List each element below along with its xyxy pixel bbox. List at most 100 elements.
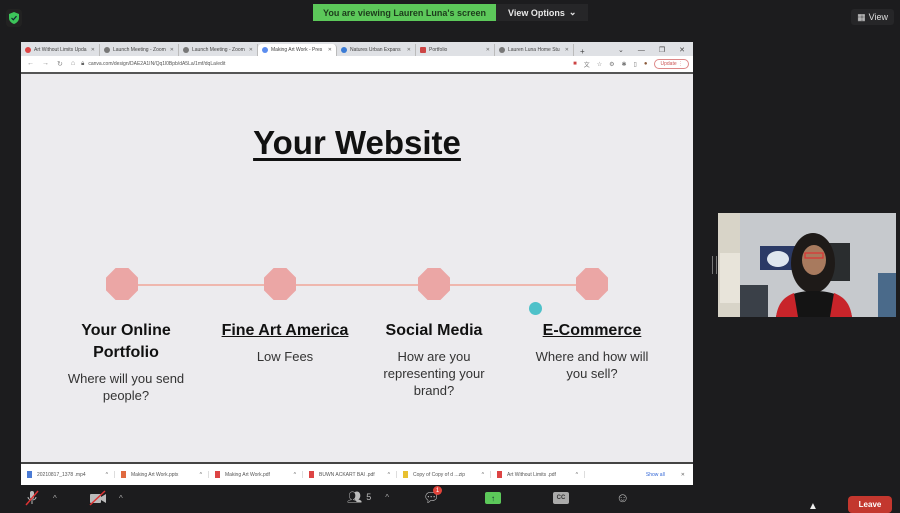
zip-file-icon	[403, 471, 408, 478]
tab-label: Natures Urban Expans	[350, 47, 401, 53]
column-text: How are you representing your brand?	[383, 349, 485, 398]
download-name: 20210817_1378 .mp4	[37, 471, 86, 478]
app-icon	[341, 47, 347, 53]
participants-icon: 👥︎	[347, 490, 363, 504]
close-tab-icon[interactable]: ✕	[249, 47, 253, 53]
chevron-up-icon[interactable]: ^	[388, 472, 390, 478]
restore-icon[interactable]: ❐	[659, 46, 665, 54]
view-label: View	[868, 12, 888, 22]
close-tab-icon[interactable]: ✕	[170, 47, 174, 53]
download-name: Copy of Copy of d ...zip	[413, 471, 465, 478]
close-downloads-icon[interactable]: ✕	[673, 472, 693, 478]
browser-tab[interactable]: Launch Meeting - Zoom ✕	[179, 44, 258, 56]
extension-icon[interactable]: ■	[573, 61, 577, 67]
download-item[interactable]: BUWN ACKART BAI .pdf ^	[303, 471, 397, 478]
view-button[interactable]: ▦ View	[851, 9, 894, 25]
extension-icon[interactable]: ⚙	[609, 61, 614, 68]
video-options-caret[interactable]: ^	[119, 494, 123, 503]
column-text: Where and how will you sell?	[535, 349, 649, 381]
new-tab-button[interactable]: +	[574, 47, 591, 56]
downloads-bar: 20210817_1378 .mp4 ^ Making Art Work.pptx…	[21, 462, 693, 485]
download-item[interactable]: Making Art Work.pptx ^	[115, 471, 209, 478]
screen-share-banner: You are viewing Lauren Luna's screen Vie…	[313, 4, 589, 21]
camera-off-icon	[89, 490, 106, 506]
sidepanel-icon[interactable]: ▯	[634, 61, 637, 68]
presenter-cursor	[529, 302, 542, 315]
chevron-up-icon[interactable]: ^	[200, 472, 202, 478]
column-text: Where will you send people?	[67, 371, 185, 403]
close-tab-icon[interactable]: ✕	[328, 47, 332, 53]
pdf-file-icon	[215, 471, 220, 478]
cc-icon: CC	[553, 492, 569, 504]
audio-options-caret[interactable]: ^	[53, 494, 57, 503]
pdf-file-icon	[497, 471, 502, 478]
bookmark-star-icon[interactable]: ☆	[597, 61, 602, 68]
chevron-up-icon[interactable]: ^	[294, 472, 296, 478]
timeline-node	[264, 268, 296, 300]
browser-tab-active[interactable]: Making Art Work - Pres ✕	[258, 44, 337, 56]
puzzle-icon[interactable]: ✱	[622, 61, 627, 68]
microphone-muted-icon	[25, 490, 39, 506]
closed-caption-button[interactable]: CC	[553, 492, 569, 504]
update-button[interactable]: Update ⋮	[654, 59, 689, 69]
shared-browser-window: Art Without Limits Upda ✕ Launch Meeting …	[21, 42, 693, 485]
participants-button[interactable]: 👥︎ 5 ^	[347, 490, 389, 504]
home-icon[interactable]: ⌂	[71, 60, 75, 68]
show-all-link[interactable]: Show all	[638, 472, 673, 478]
download-item[interactable]: Copy of Copy of d ...zip ^	[397, 471, 491, 478]
close-tab-icon[interactable]: ✕	[91, 47, 95, 53]
tab-label: Portfolio	[429, 47, 448, 53]
tab-bar: Art Without Limits Upda ✕ Launch Meeting …	[21, 42, 693, 56]
url-field[interactable]: canva.com/design/DAE2A1IN/Qq1l0Bpb/dA5La…	[88, 61, 573, 67]
video-feed-image	[718, 213, 896, 317]
grid-icon: ▦	[857, 11, 866, 22]
reload-icon[interactable]: ↻	[57, 60, 63, 68]
download-item[interactable]: Making Art Work.pdf ^	[209, 471, 303, 478]
slide-column: Social Media How are you representing yo…	[349, 320, 519, 399]
timeline-node	[576, 268, 608, 300]
globe-icon	[183, 47, 189, 53]
close-window-icon[interactable]: ✕	[679, 46, 685, 54]
chevron-down-icon: ⌄	[568, 7, 577, 17]
close-tab-icon[interactable]: ✕	[407, 47, 411, 53]
column-heading: Social Media	[385, 322, 483, 339]
minimize-icon[interactable]: —	[638, 47, 645, 54]
chevron-up-icon[interactable]: ^	[482, 472, 484, 478]
reactions-button[interactable]: ☺	[616, 490, 629, 505]
download-item[interactable]: Art Without Limits .pdf ^	[491, 471, 585, 478]
mute-button[interactable]: ^	[25, 490, 57, 506]
browser-tab[interactable]: Lauren Luna Home Stu ✕	[495, 44, 574, 56]
tab-search-icon[interactable]: ⌄	[618, 46, 624, 54]
participants-options-caret[interactable]: ^	[385, 493, 389, 502]
participant-video[interactable]	[718, 213, 896, 317]
video-panel-resize-handle[interactable]	[712, 256, 717, 274]
back-icon[interactable]: ←	[27, 60, 34, 68]
download-name: Making Art Work.pdf	[225, 471, 270, 478]
translate-icon[interactable]: 文	[584, 60, 590, 69]
globe-icon	[104, 47, 110, 53]
download-item[interactable]: 20210817_1378 .mp4 ^	[21, 471, 115, 478]
chat-button[interactable]: 💬︎ 1	[423, 486, 442, 506]
share-screen-button[interactable]: ↑	[485, 492, 501, 504]
column-heading: E-Commerce	[542, 322, 642, 339]
close-tab-icon[interactable]: ✕	[486, 47, 490, 53]
browser-tab[interactable]: Art Without Limits Upda ✕	[21, 44, 100, 56]
forward-icon[interactable]: →	[42, 60, 49, 68]
download-name: Making Art Work.pptx	[131, 471, 179, 478]
update-label: Update	[660, 61, 677, 67]
close-tab-icon[interactable]: ✕	[565, 47, 569, 53]
security-shield-icon[interactable]	[6, 9, 22, 27]
tab-label: Launch Meeting - Zoom	[192, 47, 245, 53]
column-heading: Fine Art America	[221, 322, 349, 339]
stop-video-button[interactable]: ^	[89, 490, 123, 506]
chevron-up-icon[interactable]: ^	[576, 472, 578, 478]
view-options-button[interactable]: View Options ⌄	[496, 4, 589, 21]
timeline-line	[121, 284, 591, 286]
chevron-up-icon[interactable]: ^	[106, 472, 108, 478]
browser-tab[interactable]: Natures Urban Expans ✕	[337, 44, 416, 56]
viewing-message: You are viewing Lauren Luna's screen	[313, 4, 497, 21]
browser-tab[interactable]: Launch Meeting - Zoom ✕	[100, 44, 179, 56]
leave-button[interactable]: Leave	[848, 496, 892, 513]
browser-tab[interactable]: Portfolio ✕	[416, 44, 495, 56]
profile-avatar[interactable]: ●	[644, 61, 648, 67]
